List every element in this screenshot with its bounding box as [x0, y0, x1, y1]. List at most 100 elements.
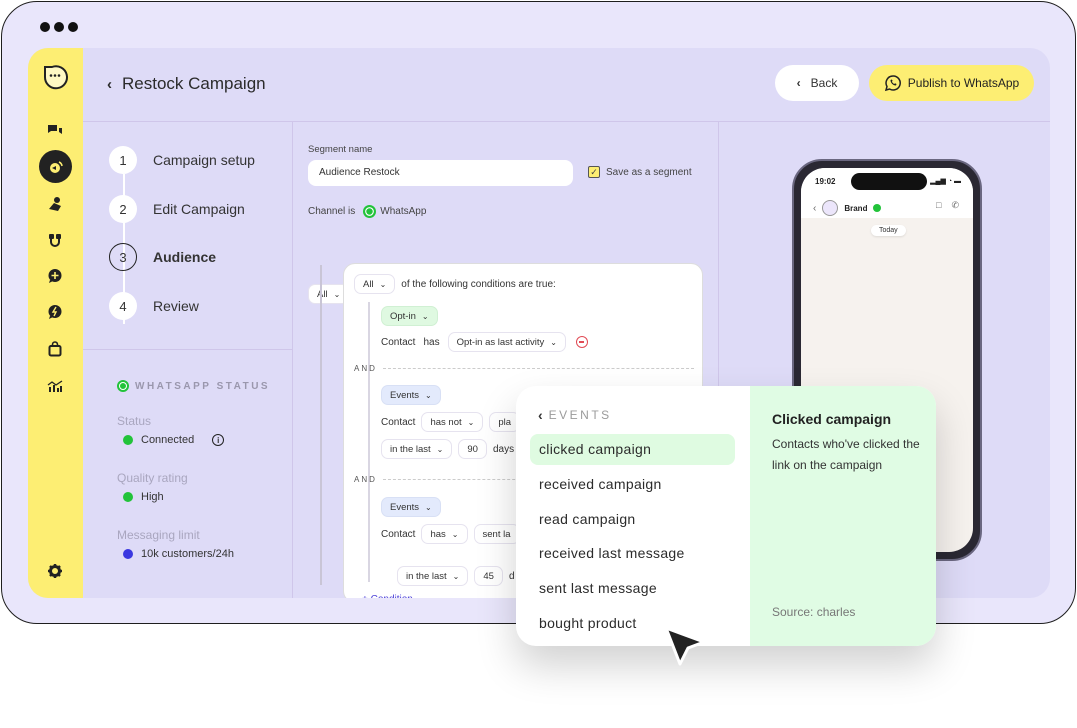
back-button-label: Back	[810, 76, 838, 90]
checkbox-checked-icon[interactable]: ✓	[588, 166, 600, 178]
integrations-icon[interactable]	[42, 227, 68, 253]
publish-button[interactable]: Publish to WhatsApp	[869, 65, 1034, 101]
whatsapp-icon	[363, 205, 377, 218]
step-review[interactable]: 4 Review	[109, 292, 199, 320]
step-label: Review	[153, 298, 199, 314]
segment-name-input[interactable]: Audience Restock	[308, 160, 573, 186]
quality-label: Quality rating	[117, 471, 188, 485]
step-audience[interactable]: 3 Audience	[109, 243, 216, 271]
chevron-down-icon: ⌄	[436, 444, 444, 454]
heading-text: WHATSAPP STATUS	[135, 380, 271, 392]
save-segment-checkbox[interactable]: ✓ Save as a segment	[588, 166, 692, 178]
select-value: has	[430, 528, 446, 540]
mouse-cursor-icon	[664, 626, 706, 666]
select-value: Opt-in	[390, 310, 416, 322]
status-dot	[123, 435, 133, 445]
group-line	[320, 265, 322, 585]
phone-call-icon: ✆	[951, 200, 959, 210]
condition-row: Contact has not ⌄ pla	[381, 412, 521, 432]
step-campaign-setup[interactable]: 1 Campaign setup	[109, 146, 255, 174]
stepper: 1 Campaign setup 2 Edit Campaign 3 Audie…	[83, 122, 293, 350]
event-item-read-campaign[interactable]: read campaign	[530, 504, 735, 535]
add-chat-icon[interactable]	[42, 263, 68, 289]
campaign-title: Restock Campaign	[122, 74, 266, 93]
events-back[interactable]: ‹ EVENTS	[538, 407, 612, 423]
remove-condition-icon[interactable]	[575, 336, 588, 348]
event-item-received-campaign[interactable]: received campaign	[530, 469, 735, 500]
time-range-select[interactable]: in the last ⌄	[381, 439, 453, 459]
chevron-down-icon: ⌄	[425, 502, 432, 512]
shop-icon[interactable]	[42, 336, 68, 362]
chevron-down-icon: ⌄	[467, 417, 475, 427]
add-condition-button[interactable]: + Condition	[362, 594, 413, 598]
and-label: AND	[354, 364, 377, 373]
status-value: Connected i	[123, 434, 225, 446]
event-item-sent-last-message[interactable]: sent last message	[530, 573, 735, 604]
condition-time-row: in the last ⌄ 45 d	[397, 566, 515, 586]
chevron-left-icon: ‹	[538, 407, 543, 423]
step-label: Campaign setup	[153, 152, 255, 168]
condition-verb-select[interactable]: has not ⌄	[421, 412, 484, 432]
chevron-down-icon: ⌄	[425, 390, 432, 400]
event-item-received-last-message[interactable]: received last message	[530, 538, 735, 569]
limit-value: 10k customers/24h	[123, 548, 234, 560]
step-number: 3	[109, 243, 137, 271]
info-icon[interactable]: i	[212, 434, 225, 446]
automation-icon[interactable]	[42, 299, 68, 325]
condition-verb-select[interactable]: has ⌄	[421, 524, 468, 544]
amount-value: 45	[483, 570, 494, 582]
condition-value-select[interactable]: Opt-in as last activity ⌄	[447, 332, 566, 352]
chevron-down-icon: ⌄	[550, 337, 557, 347]
select-value: Events	[390, 389, 420, 401]
step-label: Edit Campaign	[153, 201, 245, 217]
select-value: All	[317, 288, 328, 300]
contacts-icon[interactable]	[42, 191, 68, 217]
analytics-icon[interactable]	[42, 373, 68, 399]
select-value: All	[363, 278, 374, 290]
channel-label: Channel is	[308, 206, 356, 217]
chevron-down-icon: ⌄	[333, 289, 341, 299]
amount-value: 90	[467, 443, 478, 455]
whatsapp-status-panel: WHATSAPP STATUS Status Connected i Quali…	[83, 350, 293, 598]
phone-time: 19:02	[815, 177, 836, 186]
condition-event-select[interactable]: sent la	[473, 524, 520, 544]
and-separator: AND	[354, 364, 694, 373]
condition-type-select[interactable]: Events ⌄	[381, 385, 441, 405]
logo-icon	[43, 65, 68, 90]
step-number: 4	[109, 292, 137, 320]
time-range-select[interactable]: in the last ⌄	[397, 566, 469, 586]
step-label: Audience	[153, 249, 217, 265]
time-amount-input[interactable]: 90	[458, 439, 487, 459]
time-amount-input[interactable]: 45	[474, 566, 503, 586]
group-match-select[interactable]: All ⌄	[354, 274, 396, 294]
select-value: has not	[430, 416, 462, 428]
and-label: AND	[354, 475, 377, 484]
step-number: 1	[109, 146, 137, 174]
condition-type-select[interactable]: Opt-in ⌄	[381, 306, 438, 326]
back-chevron-icon[interactable]: ‹	[107, 76, 112, 93]
step-edit-campaign[interactable]: 2 Edit Campaign	[109, 195, 245, 223]
channel-row: Channel is WhatsApp	[308, 205, 426, 218]
status-text: Connected	[141, 434, 195, 446]
chat-actions: □ ✆	[936, 200, 959, 211]
back-button[interactable]: ‹ Back	[775, 65, 859, 101]
select-value: sent la	[482, 528, 511, 540]
select-value: Opt-in as last activity	[456, 336, 545, 348]
condition-verb: has	[423, 336, 440, 348]
condition-type-row: Opt-in ⌄	[381, 306, 438, 326]
campaigns-icon[interactable]	[39, 150, 72, 183]
avatar	[822, 200, 839, 216]
condition-type-select[interactable]: Events ⌄	[381, 497, 441, 517]
chats-icon[interactable]	[42, 118, 68, 144]
event-detail: Clicked campaign Contacts who've clicked…	[750, 386, 936, 646]
event-item-clicked-campaign[interactable]: clicked campaign	[530, 434, 735, 465]
select-value: in the last	[390, 443, 431, 455]
settings-icon[interactable]	[42, 558, 68, 584]
select-value: pla	[498, 416, 512, 428]
chevron-left-icon: ‹	[813, 202, 817, 214]
group-line	[368, 302, 370, 582]
whatsapp-icon	[884, 75, 901, 92]
event-detail-source: Source: charles	[772, 605, 856, 619]
verified-icon	[873, 204, 882, 212]
select-value: Events	[390, 501, 420, 513]
